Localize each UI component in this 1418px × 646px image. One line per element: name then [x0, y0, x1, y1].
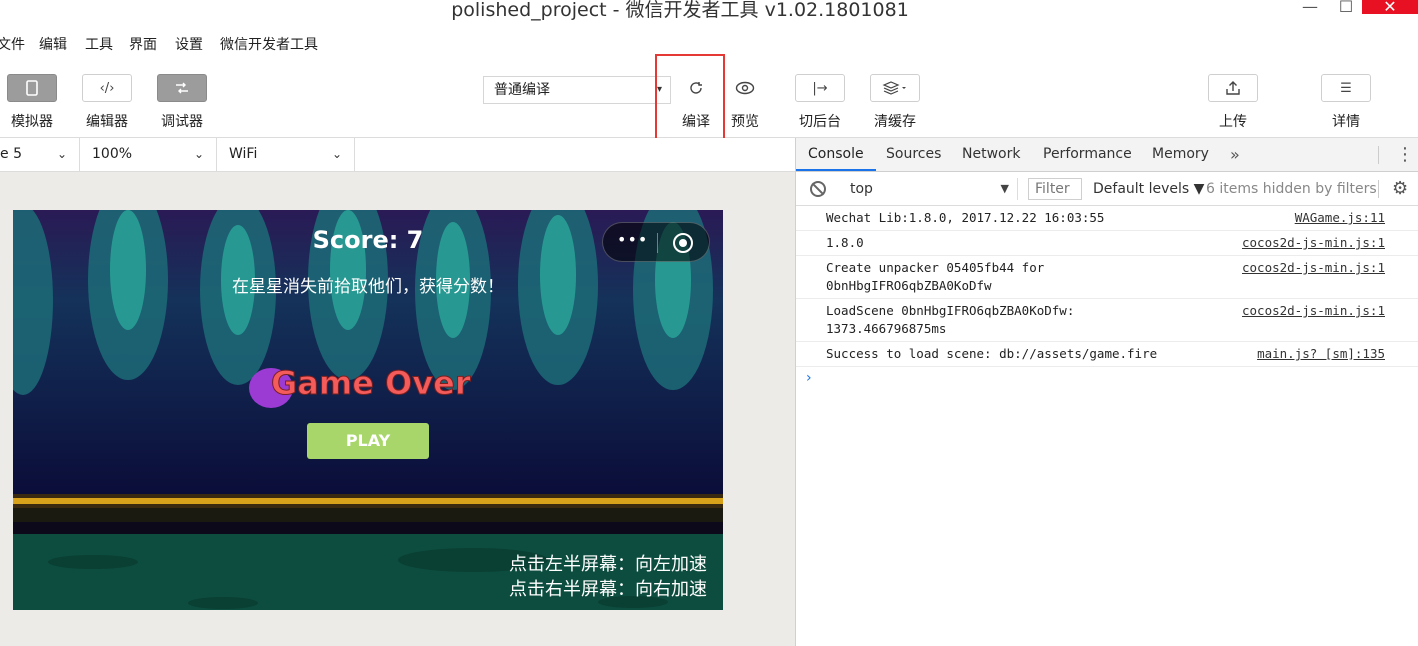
tab-network[interactable]: Network	[962, 138, 1020, 171]
network-select[interactable]: WiFi ⌄	[217, 138, 355, 171]
menu-interface[interactable]: 界面	[129, 34, 157, 54]
simulator-panel: e 5 ⌄ 100% ⌄ WiFi ⌄ ••• Score: 7 在星星消失前拾…	[0, 138, 795, 646]
minimize-icon[interactable]: —	[1300, 0, 1320, 15]
tab-sources[interactable]: Sources	[886, 138, 941, 171]
eye-icon[interactable]	[727, 74, 763, 102]
game-hint-right: 点击右半屏幕：向右加速	[509, 579, 707, 600]
score-text: Score: 7	[312, 226, 424, 254]
upload-label: 上传	[1219, 114, 1247, 130]
switch-background-icon[interactable]: |→	[795, 74, 845, 102]
upload-icon[interactable]	[1208, 74, 1258, 102]
maximize-icon[interactable]: ☐	[1336, 0, 1356, 15]
debug-icon[interactable]	[157, 74, 207, 102]
network-value: WiFi	[229, 146, 258, 162]
devtools-panel: Console Sources Network Performance Memo…	[795, 138, 1418, 646]
background-label: 切后台	[799, 114, 841, 130]
simulator-options-bar: e 5 ⌄ 100% ⌄ WiFi ⌄	[0, 138, 795, 172]
details-button[interactable]: ☰ 详情	[1311, 74, 1381, 131]
console-prompt-icon[interactable]: ›	[806, 370, 812, 386]
log-message: 1.8.0	[826, 235, 864, 250]
divider	[1378, 180, 1379, 198]
preview-button[interactable]: 预览	[710, 74, 780, 131]
window-title: polished_project - 微信开发者工具 v1.02.1801081	[451, 0, 909, 21]
clear-cache-label: 清缓存	[874, 114, 916, 130]
menu-devtools[interactable]: 微信开发者工具	[220, 34, 318, 54]
log-message: Success to load scene: db://assets/game.…	[826, 346, 1158, 361]
log-source-link[interactable]: main.js? [sm]:135	[1257, 345, 1385, 363]
filter-input[interactable]: Filter	[1028, 178, 1082, 200]
log-row: Success to load scene: db://assets/game.…	[796, 342, 1418, 367]
background-button[interactable]: |→ 切后台	[785, 74, 855, 131]
hidden-items-note: 6 items hidden by filters	[1206, 181, 1377, 197]
log-source-link[interactable]: cocos2d-js-min.js:1	[1242, 234, 1385, 252]
compile-mode-select[interactable]: 普通编译 ▾	[483, 76, 671, 104]
menu-lines-icon[interactable]: ☰	[1321, 74, 1371, 102]
editor-toggle[interactable]: ‹/› 编辑器	[72, 74, 142, 131]
chevron-down-icon: ⌄	[331, 147, 342, 161]
log-message: LoadScene 0bnHbgIFRO6qbZBA0KoDfw: 1373.4…	[826, 303, 1075, 336]
toolbar: 模拟器 ‹/› 编辑器 调试器 普通编译 ▾ 编译 预览 |→ 切后台 清缓存	[0, 54, 1418, 142]
simulator-label: 模拟器	[11, 114, 53, 130]
caret-down-icon: ▼	[1000, 182, 1009, 195]
log-row: LoadScene 0bnHbgIFRO6qbZBA0KoDfw: 1373.4…	[796, 299, 1418, 342]
device-select[interactable]: e 5 ⌄	[0, 138, 80, 171]
zoom-select[interactable]: 100% ⌄	[80, 138, 217, 171]
console-log: Wechat Lib:1.8.0, 2017.12.22 16:03:55 WA…	[796, 206, 1418, 367]
upload-button[interactable]: 上传	[1198, 74, 1268, 131]
log-message: Create unpacker 05405fb44 for 0bnHbgIFRO…	[826, 260, 1045, 293]
log-message: Wechat Lib:1.8.0, 2017.12.22 16:03:55	[826, 210, 1105, 225]
tab-performance[interactable]: Performance	[1043, 138, 1132, 171]
game-over-text: Game Over	[271, 364, 472, 403]
kebab-menu-icon[interactable]: ⋮	[1396, 138, 1414, 171]
log-source-link[interactable]: WAGame.js:11	[1295, 209, 1385, 227]
debugger-toggle[interactable]: 调试器	[147, 74, 217, 131]
title-bar: polished_project - 微信开发者工具 v1.02.1801081…	[0, 0, 1418, 28]
console-filter-bar: top ▼ Filter Default levels ▼ 6 items hi…	[796, 172, 1418, 206]
device-value: e 5	[0, 146, 22, 162]
divider	[1378, 146, 1379, 164]
simulator-toggle[interactable]: 模拟器	[0, 74, 67, 131]
clear-cache-button[interactable]: 清缓存	[860, 74, 930, 131]
log-row: Create unpacker 05405fb44 for 0bnHbgIFRO…	[796, 256, 1418, 299]
play-button[interactable]: PLAY	[307, 423, 429, 459]
context-select[interactable]: top ▼	[842, 178, 1018, 200]
log-row: Wechat Lib:1.8.0, 2017.12.22 16:03:55 WA…	[796, 206, 1418, 231]
clear-console-icon[interactable]	[810, 181, 826, 197]
zoom-value: 100%	[92, 146, 133, 162]
log-source-link[interactable]: cocos2d-js-min.js:1	[1242, 259, 1385, 277]
game-canvas[interactable]: ••• Score: 7 在星星消失前拾取他们，获得分数！ Game Over …	[13, 210, 723, 610]
log-row: 1.8.0 cocos2d-js-min.js:1	[796, 231, 1418, 256]
game-hint-left: 点击左半屏幕：向左加速	[509, 554, 707, 575]
menu-edit[interactable]: 编辑	[39, 34, 67, 54]
tab-memory[interactable]: Memory	[1152, 138, 1209, 171]
phone-icon[interactable]	[7, 74, 57, 102]
chevron-down-icon: ⌄	[56, 147, 67, 161]
more-tabs-icon[interactable]: »	[1230, 138, 1240, 171]
layers-icon[interactable]	[870, 74, 920, 102]
context-value: top	[850, 181, 873, 197]
devtools-tabs: Console Sources Network Performance Memo…	[796, 138, 1418, 172]
menu-file[interactable]: 文件	[0, 34, 25, 54]
menu-settings[interactable]: 设置	[175, 34, 203, 54]
menu-tools[interactable]: 工具	[85, 34, 113, 54]
tab-console[interactable]: Console	[796, 138, 876, 171]
gear-icon[interactable]: ⚙	[1392, 179, 1408, 199]
details-label: 详情	[1332, 114, 1360, 130]
editor-label: 编辑器	[86, 114, 128, 130]
compile-mode-value: 普通编译	[494, 82, 550, 98]
game-hint-top: 在星星消失前拾取他们，获得分数！	[232, 277, 504, 297]
debugger-label: 调试器	[161, 114, 203, 130]
log-source-link[interactable]: cocos2d-js-min.js:1	[1242, 302, 1385, 320]
chevron-down-icon: ⌄	[193, 147, 204, 161]
close-icon[interactable]: ✕	[1362, 0, 1418, 15]
log-levels-select[interactable]: Default levels ▼	[1093, 178, 1204, 200]
preview-label: 预览	[731, 114, 759, 130]
code-icon[interactable]: ‹/›	[82, 74, 132, 102]
